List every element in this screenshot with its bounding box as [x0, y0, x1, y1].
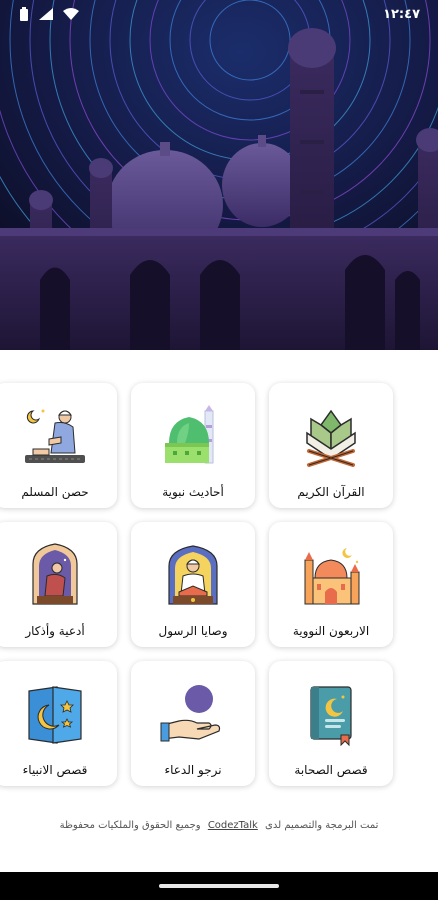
status-icons [18, 7, 80, 21]
menu-card-label: قصص الانبياء [22, 763, 88, 777]
menu-card-dua[interactable]: نرجو الدعاء [131, 661, 255, 786]
menu-card-wasaya[interactable]: وصايا الرسول [131, 522, 255, 647]
mosque-building-icon [304, 548, 360, 605]
menu-card-anbiya[interactable]: قصص الانبياء [0, 661, 117, 786]
footer-text-after: وجميع الحقوق والملكيات محفوظة [59, 820, 201, 831]
hero-image [0, 0, 438, 350]
reading-man-icon [168, 545, 218, 605]
book-crescent-icon [310, 686, 352, 747]
status-time: ١٢:٤٧ [383, 6, 420, 22]
mosque-night-illustration [0, 0, 438, 350]
home-gesture-handle[interactable] [159, 884, 279, 888]
menu-card-label: القرآن الكريم [297, 485, 365, 499]
hand-crescent-icon [160, 685, 221, 742]
system-nav-bar [0, 872, 438, 900]
menu-card-adia[interactable]: أدعية وأذكار [0, 522, 117, 647]
menu-card-label: وصايا الرسول [158, 624, 228, 638]
signal-icon [39, 8, 53, 20]
footer-credits: تمت البرمجة والتصميم لدى CodezTalk وجميع… [0, 820, 438, 831]
menu-grid: القرآن الكريم أحاديث نبوية حصن المسلم ال… [0, 383, 393, 786]
wifi-icon [63, 8, 79, 20]
status-bar: ١٢:٤٧ [0, 0, 438, 28]
menu-card-sahaba[interactable]: قصص الصحابة [269, 661, 393, 786]
footer-brand-link[interactable]: CodezTalk [208, 820, 258, 831]
quran-book-icon [306, 409, 356, 467]
menu-card-quran[interactable]: القرآن الكريم [269, 383, 393, 508]
mosque-dome-icon [165, 405, 214, 464]
menu-card-hisn[interactable]: حصن المسلم [0, 383, 117, 508]
footer-text-before: تمت البرمجة والتصميم لدى [265, 820, 379, 831]
card-crescent-icon [28, 686, 82, 744]
menu-card-label: أحاديث نبوية [162, 485, 224, 499]
menu-card-hadith[interactable]: أحاديث نبوية [131, 383, 255, 508]
menu-card-nawawi[interactable]: الاربعون النووية [269, 522, 393, 647]
menu-card-label: نرجو الدعاء [164, 763, 222, 777]
menu-card-label: أدعية وأذكار [25, 624, 85, 638]
menu-card-label: حصن المسلم [21, 485, 89, 499]
menu-card-label: قصص الصحابة [294, 763, 368, 777]
menu-card-label: الاربعون النووية [292, 624, 370, 638]
battery-icon [20, 7, 28, 21]
praying-man-icon [25, 409, 85, 463]
prayer-window-icon [32, 543, 78, 605]
